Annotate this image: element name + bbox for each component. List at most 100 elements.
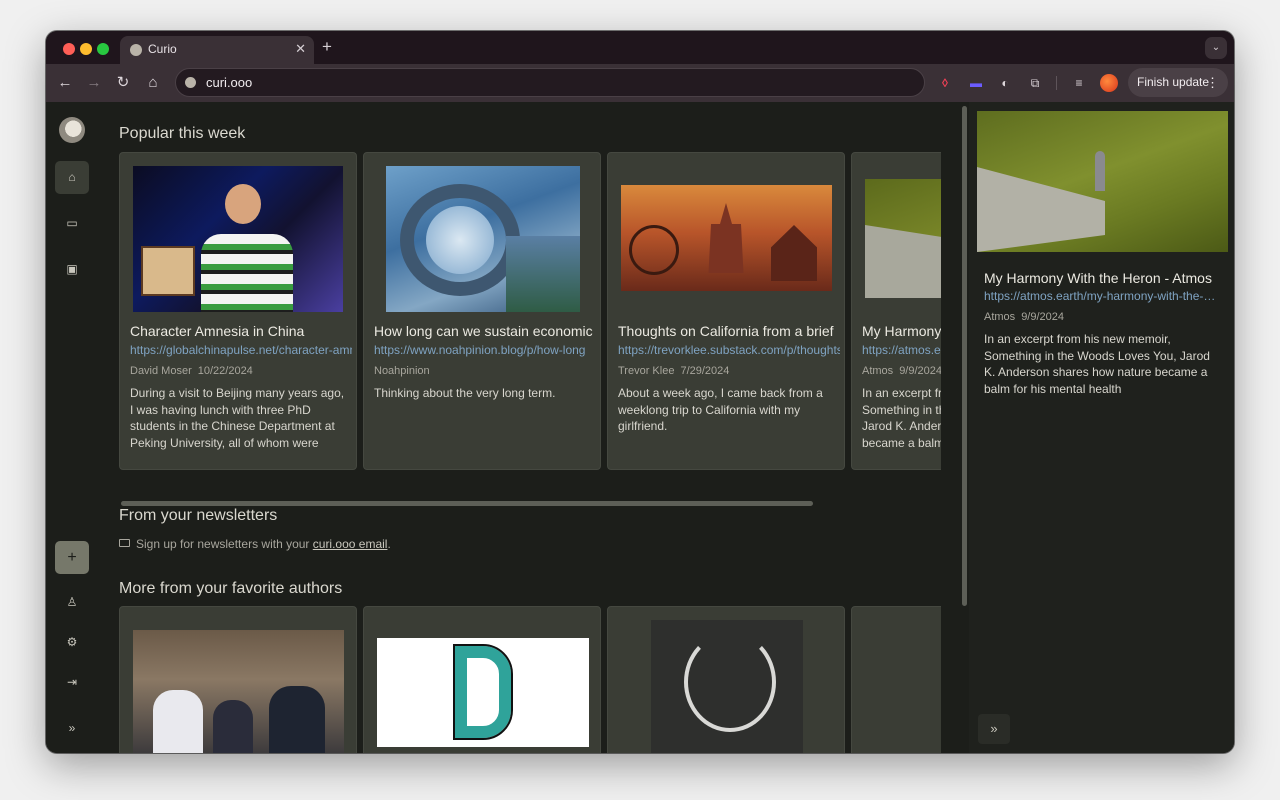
article-thumbnail xyxy=(133,166,343,312)
popular-card-row[interactable]: Character Amnesia in China https://globa… xyxy=(119,152,941,470)
article-thumbnail xyxy=(865,179,941,298)
reload-button[interactable]: ↻ xyxy=(113,73,133,93)
cart-icon[interactable]: ▬ xyxy=(967,74,985,92)
curio-logo[interactable] xyxy=(59,117,85,143)
article-title[interactable]: Thoughts on California from a brief xyxy=(618,323,842,339)
article-description: During a visit to Beijing many years ago… xyxy=(130,386,345,450)
article-meta: Atmos 9/9/2024 xyxy=(862,365,941,377)
close-window-button[interactable] xyxy=(63,43,75,55)
article-author: David Moser xyxy=(130,365,192,377)
article-meta: David Moser 10/22/2024 xyxy=(130,365,352,377)
article-title[interactable]: My Harmony With the Heron - Atmos xyxy=(862,323,941,339)
reader-title[interactable]: My Harmony With the Heron - Atmos xyxy=(984,270,1224,286)
more-menu-icon[interactable]: ⋮ xyxy=(1206,68,1219,97)
profile-avatar[interactable] xyxy=(1100,74,1118,92)
article-date: 7/29/2024 xyxy=(680,365,730,377)
article-author: Noahpinion xyxy=(374,365,430,377)
article-card[interactable]: Thoughts on California from a brief http… xyxy=(607,152,845,470)
article-url[interactable]: https://globalchinapulse.net/character-a… xyxy=(130,343,352,357)
article-date: 10/22/2024 xyxy=(197,365,253,377)
article-card[interactable] xyxy=(851,606,941,753)
profile-icon[interactable]: ♙ xyxy=(55,586,89,619)
article-card[interactable] xyxy=(119,606,357,753)
settings-gear-icon[interactable]: ⚙ xyxy=(55,626,89,659)
curio-icon[interactable]: ◐ xyxy=(996,74,1014,92)
new-tab-button[interactable]: + xyxy=(322,38,332,56)
queue-icon[interactable]: ≡ xyxy=(1070,74,1088,92)
browser-toolbar: ← → ↻ ⌂ curi.ooo ◊ ▬ ◐ ⧉ ≡ Finish update… xyxy=(46,64,1234,102)
fullscreen-window-button[interactable] xyxy=(97,43,109,55)
curio-email-link[interactable]: curi.ooo email xyxy=(313,537,388,551)
favorites-card-row[interactable] xyxy=(119,606,941,753)
app-sidebar: ⌂ ▭ ▣ + ♙ ⚙ ⇥ » xyxy=(46,102,98,753)
reader-panel: My Harmony With the Heron - Atmos https:… xyxy=(969,102,1234,753)
article-meta: Noahpinion xyxy=(374,365,596,377)
article-thumbnail xyxy=(377,638,589,747)
article-url[interactable]: https://www.noahpinion.blog/p/how-long xyxy=(374,343,596,357)
article-card[interactable]: Character Amnesia in China https://globa… xyxy=(119,152,357,470)
inbox-icon[interactable]: ▭ xyxy=(55,207,89,240)
forward-button[interactable]: → xyxy=(84,73,104,93)
article-thumbnail xyxy=(621,185,832,291)
finish-update-button[interactable]: Finish update ⋮ xyxy=(1128,68,1228,97)
pocket-icon[interactable]: ◊ xyxy=(936,74,954,92)
article-card[interactable]: How long can we sustain economic https:/… xyxy=(363,152,601,470)
archive-icon[interactable]: ▣ xyxy=(55,253,89,286)
article-thumbnail xyxy=(386,166,580,312)
newsletter-period: . xyxy=(387,537,391,551)
article-description: In an excerpt from his new memoir, Somet… xyxy=(862,386,941,450)
site-info-icon[interactable] xyxy=(185,77,196,88)
article-card[interactable] xyxy=(607,606,845,753)
horizontal-scrollbar[interactable] xyxy=(121,501,813,506)
logout-icon[interactable]: ⇥ xyxy=(55,666,89,699)
page-content: ⌂ ▭ ▣ + ♙ ⚙ ⇥ » Popular this week Charac… xyxy=(46,102,1234,753)
article-url[interactable]: https://trevorklee.substack.com/p/though… xyxy=(618,343,840,357)
article-description: Thinking about the very long term. xyxy=(374,386,556,400)
reader-url[interactable]: https://atmos.earth/my-harmony-with-the-… xyxy=(984,289,1216,303)
address-bar[interactable]: curi.ooo xyxy=(175,68,925,97)
curio-favicon-icon xyxy=(130,44,142,56)
article-title[interactable]: Character Amnesia in China xyxy=(130,323,354,339)
finish-update-label: Finish update xyxy=(1137,75,1210,89)
reader-thumbnail xyxy=(977,111,1228,252)
favorites-section-title: More from your favorite authors xyxy=(119,580,343,597)
article-author: Trevor Klee xyxy=(618,365,675,377)
vertical-scrollbar[interactable] xyxy=(962,106,967,606)
article-meta: Trevor Klee 7/29/2024 xyxy=(618,365,840,377)
minimize-window-button[interactable] xyxy=(80,43,92,55)
article-date: 9/9/2024 xyxy=(899,365,941,377)
reader-expand-icon[interactable]: » xyxy=(978,714,1010,744)
tab-curio[interactable]: Curio ✕ xyxy=(120,36,314,64)
article-title[interactable]: How long can we sustain economic xyxy=(374,323,598,339)
puzzle-icon[interactable]: ⧉ xyxy=(1026,74,1044,92)
article-url[interactable]: https://atmos.earth/my-harmony-with-the-… xyxy=(862,343,941,357)
main-feed: Popular this week Character Amnesia in C… xyxy=(98,102,941,753)
article-card[interactable] xyxy=(363,606,601,753)
tab-close-icon[interactable]: ✕ xyxy=(295,41,306,57)
back-button[interactable]: ← xyxy=(55,73,75,93)
address-url: curi.ooo xyxy=(206,75,253,90)
add-button[interactable]: + xyxy=(55,541,89,574)
newsletter-text: Sign up for newsletters with your xyxy=(136,537,310,551)
newsletters-section-title: From your newsletters xyxy=(119,507,278,524)
home-icon[interactable]: ⌂ xyxy=(55,161,89,194)
popular-section-title: Popular this week xyxy=(119,125,246,142)
article-card[interactable]: My Harmony With the Heron - Atmos https:… xyxy=(851,152,941,470)
mail-icon xyxy=(119,539,130,547)
reader-date: 9/9/2024 xyxy=(1021,311,1065,323)
reader-author: Atmos xyxy=(984,311,1016,323)
home-button[interactable]: ⌂ xyxy=(143,73,163,93)
article-author: Atmos xyxy=(862,365,894,377)
toolbar-divider xyxy=(1056,76,1057,90)
tab-search-chevron-icon[interactable]: ⌄ xyxy=(1205,37,1227,59)
reader-description: In an excerpt from his new memoir, Somet… xyxy=(984,332,1210,396)
article-thumbnail xyxy=(651,620,803,753)
article-description: About a week ago, I came back from a wee… xyxy=(618,386,823,433)
article-thumbnail xyxy=(133,630,344,753)
browser-window: Curio ✕ + ⌄ ← → ↻ ⌂ curi.ooo ◊ ▬ ◐ ⧉ ≡ F… xyxy=(46,31,1234,753)
reader-meta: Atmos 9/9/2024 xyxy=(984,311,1064,323)
newsletter-signup-text: Sign up for newsletters with your curi.o… xyxy=(119,537,391,551)
tab-strip: Curio ✕ + ⌄ xyxy=(46,31,1234,64)
expand-sidebar-icon[interactable]: » xyxy=(55,712,89,745)
tab-title: Curio xyxy=(148,42,177,56)
